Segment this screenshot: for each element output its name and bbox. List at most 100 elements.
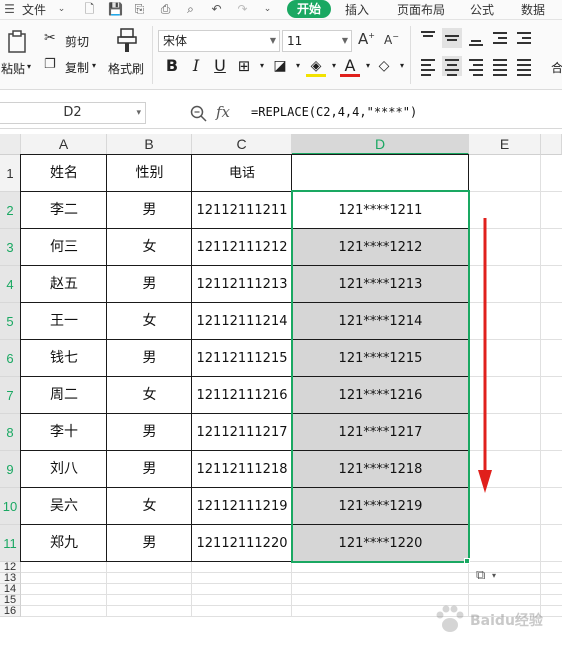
- tab-data[interactable]: 数据: [521, 2, 545, 18]
- table-cell[interactable]: 男: [107, 414, 192, 451]
- fill-style-icon[interactable]: ◪: [270, 56, 290, 76]
- table-cell[interactable]: 男: [107, 340, 192, 377]
- increase-indent-icon[interactable]: [514, 28, 534, 48]
- border-icon[interactable]: ⊞: [234, 56, 254, 76]
- table-cell[interactable]: 12112111219: [192, 488, 292, 525]
- align-left-icon[interactable]: [418, 56, 438, 76]
- row-header-3[interactable]: 3: [0, 229, 21, 266]
- select-all-corner[interactable]: [0, 134, 21, 155]
- row-header-1[interactable]: 1: [0, 155, 21, 192]
- table-cell[interactable]: 12112111211: [192, 192, 292, 229]
- tab-page-layout[interactable]: 页面布局: [397, 2, 445, 18]
- column-header-a[interactable]: A: [21, 134, 107, 155]
- tab-home[interactable]: 开始: [287, 0, 331, 18]
- table-cell[interactable]: 郑九: [21, 525, 107, 562]
- row-header-2[interactable]: 2: [0, 192, 21, 229]
- chevron-down-icon[interactable]: ▾: [392, 56, 412, 76]
- menu-file[interactable]: 文件: [22, 2, 46, 18]
- align-middle-icon[interactable]: [442, 28, 462, 48]
- decrease-font-icon[interactable]: A−: [384, 32, 399, 47]
- table-cell[interactable]: 王一: [21, 303, 107, 340]
- table-cell[interactable]: 钱七: [21, 340, 107, 377]
- menu-icon[interactable]: ☰: [2, 2, 17, 17]
- paste-options-button[interactable]: ⧉ ▾: [472, 566, 500, 586]
- merge-button[interactable]: 合: [551, 59, 562, 76]
- save-icon[interactable]: 💾: [108, 2, 123, 17]
- align-center-icon[interactable]: [442, 56, 462, 76]
- format-painter-button[interactable]: 格式刷: [106, 26, 148, 82]
- chevron-down-icon[interactable]: ⌄: [54, 2, 69, 17]
- name-box[interactable]: D2 ▾: [0, 102, 146, 124]
- table-cell[interactable]: 12112111212: [192, 229, 292, 266]
- formula-input[interactable]: =REPLACE(C2,4,4,"****"): [251, 103, 417, 121]
- row-header-9[interactable]: 9: [0, 451, 21, 488]
- chevron-down-icon[interactable]: ⌄: [260, 2, 275, 17]
- row-header-8[interactable]: 8: [0, 414, 21, 451]
- row-header-7[interactable]: 7: [0, 377, 21, 414]
- chevron-down-icon[interactable]: ▾: [252, 56, 272, 76]
- header-cell[interactable]: [292, 155, 469, 192]
- row-header-5[interactable]: 5: [0, 303, 21, 340]
- column-header-b[interactable]: B: [107, 134, 192, 155]
- table-cell[interactable]: 12112111213: [192, 266, 292, 303]
- paste-button[interactable]: 粘贴 ▾: [0, 26, 36, 82]
- italic-icon[interactable]: I: [186, 56, 206, 76]
- fill-handle[interactable]: [464, 558, 470, 564]
- table-cell[interactable]: 吴六: [21, 488, 107, 525]
- table-cell[interactable]: 12112111218: [192, 451, 292, 488]
- fx-icon[interactable]: fx: [216, 103, 230, 121]
- print-icon[interactable]: ⎙: [158, 2, 173, 17]
- table-cell[interactable]: 12112111220: [192, 525, 292, 562]
- table-cell[interactable]: 李二: [21, 192, 107, 229]
- table-cell[interactable]: 女: [107, 229, 192, 266]
- table-cell[interactable]: 12112111216: [192, 377, 292, 414]
- font-size-select[interactable]: 11 ▼: [282, 30, 352, 52]
- fill-color-icon[interactable]: ◈: [306, 56, 326, 77]
- table-cell[interactable]: 何三: [21, 229, 107, 266]
- chevron-down-icon[interactable]: ▾: [288, 56, 308, 76]
- table-cell[interactable]: 刘八: [21, 451, 107, 488]
- tab-insert[interactable]: 插入: [345, 2, 369, 18]
- table-cell[interactable]: 李十: [21, 414, 107, 451]
- table-cell[interactable]: 12112111214: [192, 303, 292, 340]
- font-color-icon[interactable]: A: [340, 56, 360, 77]
- table-cell[interactable]: 女: [107, 303, 192, 340]
- bold-icon[interactable]: B: [162, 56, 182, 76]
- justify-icon[interactable]: [490, 56, 510, 76]
- redo-icon[interactable]: ↷: [235, 2, 250, 17]
- underline-icon[interactable]: U: [210, 56, 230, 76]
- table-cell[interactable]: 男: [107, 192, 192, 229]
- decrease-indent-icon[interactable]: [490, 28, 510, 48]
- row-header-6[interactable]: 6: [0, 340, 21, 377]
- zoom-icon[interactable]: [190, 105, 208, 123]
- undo-icon[interactable]: ↶: [209, 2, 224, 17]
- table-cell[interactable]: 男: [107, 525, 192, 562]
- preview-icon[interactable]: ⌕: [183, 2, 198, 17]
- table-cell[interactable]: 周二: [21, 377, 107, 414]
- distribute-icon[interactable]: [514, 56, 534, 76]
- row-header-4[interactable]: 4: [0, 266, 21, 303]
- column-header-d[interactable]: D: [292, 134, 469, 155]
- align-bottom-icon[interactable]: [466, 28, 486, 48]
- table-cell[interactable]: 女: [107, 488, 192, 525]
- column-header-e[interactable]: E: [469, 134, 541, 155]
- table-cell[interactable]: 男: [107, 451, 192, 488]
- row-header-11[interactable]: 11: [0, 525, 21, 562]
- table-cell[interactable]: 12112111215: [192, 340, 292, 377]
- column-header-c[interactable]: C: [192, 134, 292, 155]
- align-right-icon[interactable]: [466, 56, 486, 76]
- font-name-select[interactable]: 宋体 ▼: [158, 30, 280, 52]
- increase-font-icon[interactable]: A+: [358, 30, 375, 48]
- tab-formulas[interactable]: 公式: [470, 2, 494, 18]
- row-header-10[interactable]: 10: [0, 488, 21, 525]
- new-file-icon[interactable]: 🗋: [82, 2, 97, 17]
- header-cell[interactable]: 姓名: [21, 155, 107, 192]
- cut-button[interactable]: ✂ 剪切: [44, 30, 94, 50]
- clear-format-icon[interactable]: ◇: [374, 56, 394, 76]
- column-header-f[interactable]: [541, 134, 562, 155]
- copy-button[interactable]: ❐ 复制 ▾: [44, 57, 102, 76]
- header-cell[interactable]: 电话: [192, 155, 292, 192]
- table-cell[interactable]: 女: [107, 377, 192, 414]
- row-header-16[interactable]: 16: [0, 606, 21, 617]
- align-top-icon[interactable]: [418, 28, 438, 48]
